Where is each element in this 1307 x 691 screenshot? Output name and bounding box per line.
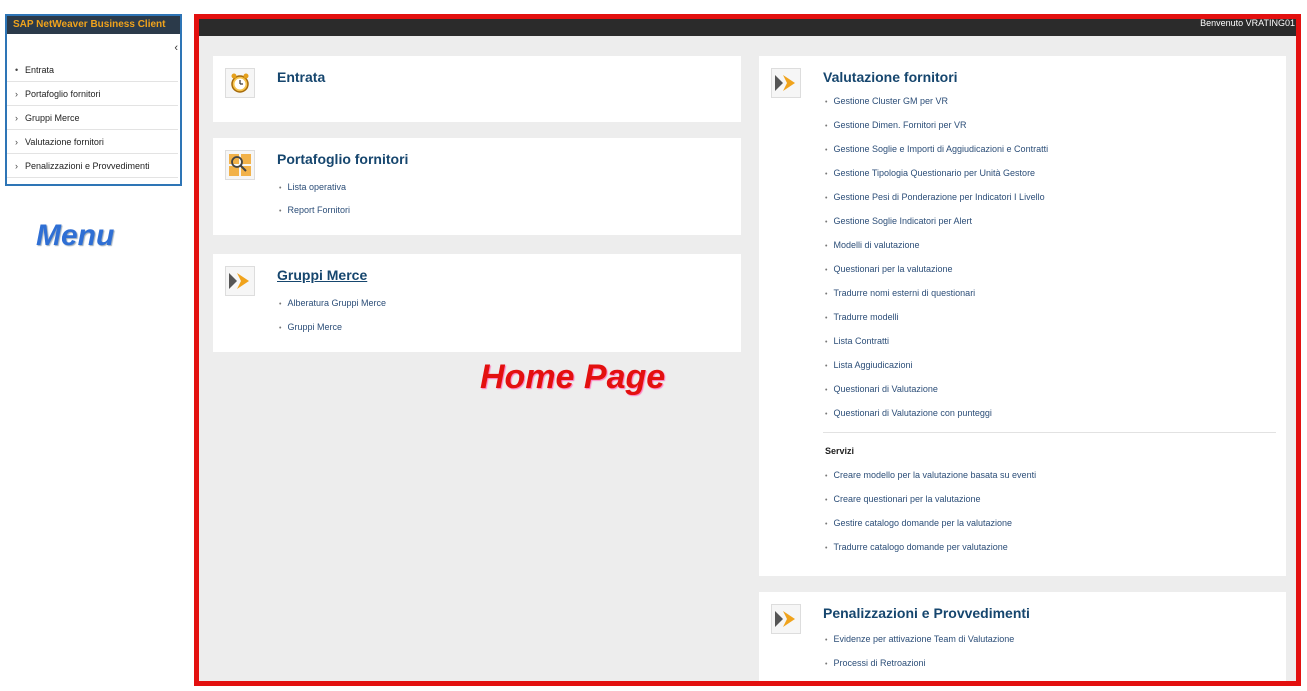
top-bar: Benvenuto VRATING01: [194, 14, 1301, 36]
link-item[interactable]: Questionari per la valutazione: [825, 264, 952, 274]
sidebar-item-label: Valutazione fornitori: [25, 137, 104, 147]
sidebar-item-label: Entrata: [25, 65, 55, 75]
card-title[interactable]: Entrata: [277, 69, 325, 85]
sidebar-item-entrata[interactable]: • Entrata: [7, 58, 178, 82]
sidebar-item-label: Portafoglio fornitori: [25, 89, 101, 99]
link-alberatura-gruppi-merce[interactable]: Alberatura Gruppi Merce: [279, 298, 386, 308]
link-item[interactable]: Gestione Cluster GM per VR: [825, 96, 948, 106]
link-item[interactable]: Tradurre modelli: [825, 312, 898, 322]
link-item[interactable]: Gestione Soglie e Importi di Aggiudicazi…: [825, 144, 1048, 154]
chevron-right-icon: ›: [15, 161, 18, 171]
link-report-fornitori[interactable]: Report Fornitori: [279, 205, 350, 215]
link-processi-retroazioni[interactable]: Processi di Retroazioni: [825, 658, 925, 668]
chevron-right-icon: ›: [15, 113, 18, 123]
link-service[interactable]: Gestire catalogo domande per la valutazi…: [825, 518, 1012, 528]
sidebar-menu: SAP NetWeaver Business Client ‹ • Entrata…: [5, 14, 182, 186]
sidebar-item-penalizzazioni[interactable]: › Penalizzazioni e Provvedimenti: [7, 154, 178, 178]
card-gruppi-merce: Gruppi Merce Alberatura Gruppi Merce Gru…: [213, 254, 741, 352]
card-title[interactable]: Penalizzazioni e Provvedimenti: [823, 605, 1030, 621]
collapse-icon[interactable]: ‹: [174, 42, 178, 54]
link-item[interactable]: Questionari di Valutazione: [825, 384, 937, 394]
arrow-icon: [771, 604, 801, 634]
card-title[interactable]: Portafoglio fornitori: [277, 151, 408, 167]
arrow-icon: [771, 68, 801, 98]
link-item[interactable]: Lista Contratti: [825, 336, 889, 346]
chevron-right-icon: ›: [15, 89, 18, 99]
magnifier-grid-icon: [225, 150, 255, 180]
link-service[interactable]: Tradurre catalogo domande per valutazion…: [825, 542, 1007, 552]
link-gruppi-merce[interactable]: Gruppi Merce: [279, 322, 342, 332]
sidebar-item-label: Gruppi Merce: [25, 113, 80, 123]
link-item[interactable]: Tradurre nomi esterni di questionari: [825, 288, 975, 298]
link-item[interactable]: Gestione Dimen. Fornitori per VR: [825, 120, 966, 130]
link-item[interactable]: Gestione Soglie Indicatori per Alert: [825, 216, 972, 226]
link-item[interactable]: Gestione Pesi di Ponderazione per Indica…: [825, 192, 1044, 202]
sidebar-item-valutazione-fornitori[interactable]: › Valutazione fornitori: [7, 130, 178, 154]
link-item[interactable]: Modelli di valutazione: [825, 240, 919, 250]
app-title: SAP NetWeaver Business Client: [7, 16, 180, 34]
link-item[interactable]: Questionari di Valutazione con punteggi: [825, 408, 991, 418]
sidebar-item-gruppi-merce[interactable]: › Gruppi Merce: [7, 106, 178, 130]
link-lista-operativa[interactable]: Lista operativa: [279, 182, 346, 192]
card-entrata: Entrata: [213, 56, 741, 122]
link-service[interactable]: Creare modello per la valutazione basata…: [825, 470, 1036, 480]
link-evidenze[interactable]: Evidenze per attivazione Team di Valutaz…: [825, 634, 1014, 644]
card-title[interactable]: Valutazione fornitori: [823, 69, 958, 85]
section-title-servizi: Servizi: [825, 446, 855, 456]
home-page: Benvenuto VRATING01 Entrata Portafoglio …: [194, 14, 1301, 686]
link-item[interactable]: Lista Aggiudicazioni: [825, 360, 912, 370]
card-portafoglio-fornitori: Portafoglio fornitori Lista operativa Re…: [213, 138, 741, 235]
menu-annotation: Menu: [36, 219, 115, 252]
link-service[interactable]: Creare questionari per la valutazione: [825, 494, 980, 504]
sidebar-item-portafoglio-fornitori[interactable]: › Portafoglio fornitori: [7, 82, 178, 106]
sidebar-item-label: Penalizzazioni e Provvedimenti: [25, 161, 150, 171]
card-title[interactable]: Gruppi Merce: [277, 267, 367, 283]
arrow-icon: [225, 266, 255, 296]
alarm-clock-icon: [225, 68, 255, 98]
home-page-annotation: Home Page: [480, 358, 666, 396]
card-valutazione-fornitori: Valutazione fornitori Gestione Cluster G…: [759, 56, 1286, 576]
bullet-icon: •: [15, 65, 19, 75]
chevron-right-icon: ›: [15, 137, 18, 147]
divider: [823, 432, 1276, 433]
card-penalizzazioni: Penalizzazioni e Provvedimenti Evidenze …: [759, 592, 1286, 686]
welcome-text: Benvenuto VRATING01: [1200, 18, 1295, 28]
link-item[interactable]: Gestione Tipologia Questionario per Unit…: [825, 168, 1035, 178]
